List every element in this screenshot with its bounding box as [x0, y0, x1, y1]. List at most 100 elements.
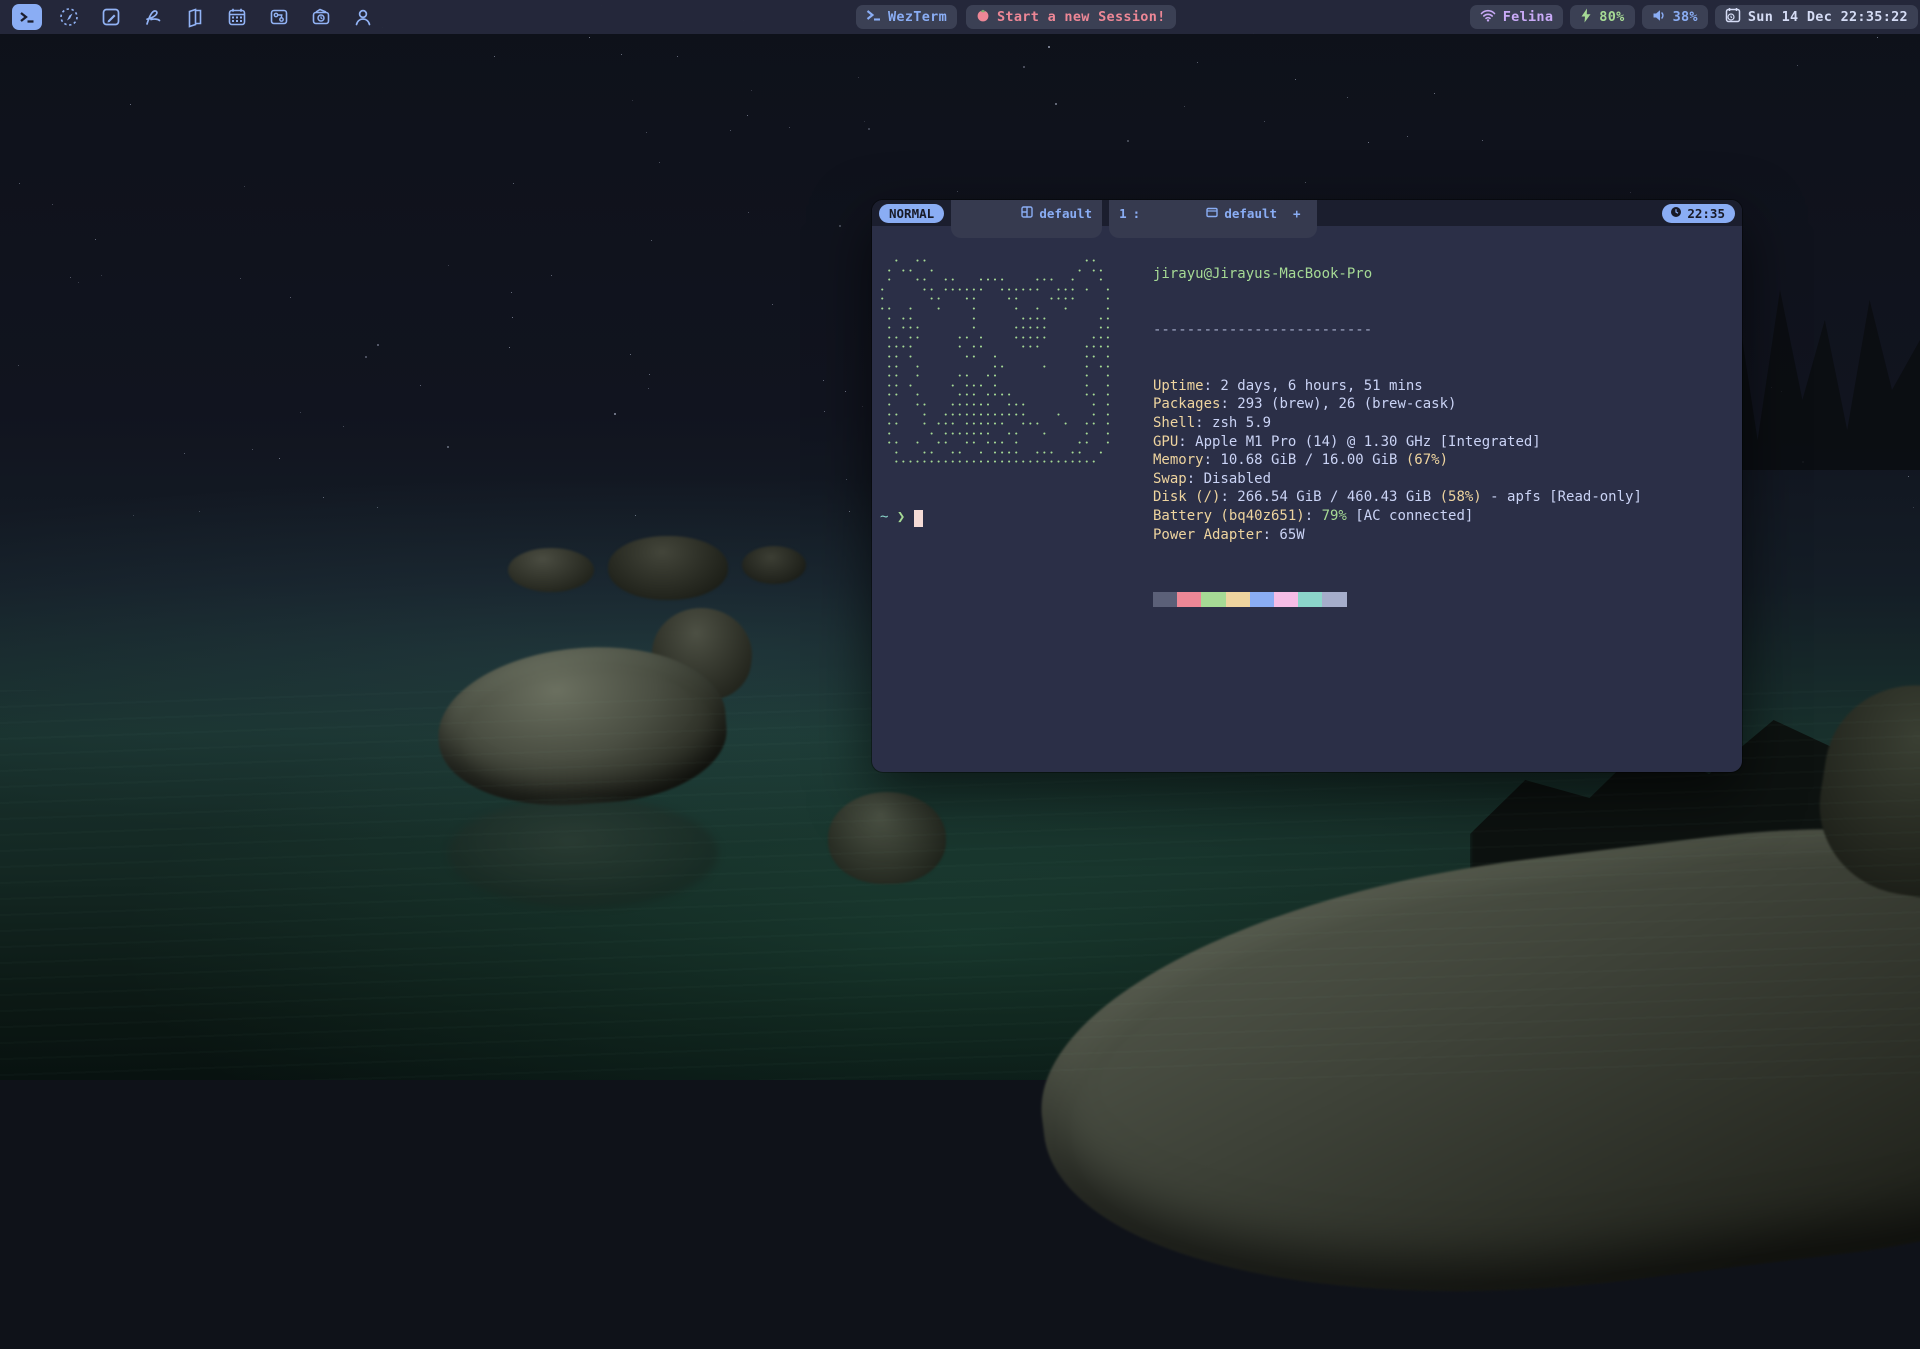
wezterm-indicator[interactable]: WezTerm — [856, 5, 957, 29]
color-palette-strip — [1153, 592, 1642, 607]
acrobat-icon[interactable] — [138, 4, 168, 30]
fetch-row: Power Adapter: 65W — [1153, 526, 1642, 545]
wifi-indicator[interactable]: Felina — [1470, 5, 1564, 29]
door-icon[interactable] — [180, 4, 210, 30]
star — [1908, 476, 1909, 477]
palette-swatch — [1274, 592, 1298, 607]
star — [630, 354, 631, 355]
menubar-status: Felina 80% 38% Sun 14 Dec 22:35:22 — [1470, 5, 1918, 29]
star — [101, 275, 102, 276]
fetch-separator: -------------------------- — [1153, 321, 1642, 340]
battery-indicator[interactable]: 80% — [1570, 5, 1634, 29]
palette-swatch — [1201, 592, 1225, 607]
automation-icon[interactable] — [264, 4, 294, 30]
star — [252, 449, 253, 450]
star — [447, 446, 449, 448]
fetch-row: Packages: 293 (brew), 26 (brew-cask) — [1153, 395, 1642, 414]
datetime-indicator[interactable]: Sun 14 Dec 22:35:22 — [1715, 5, 1918, 29]
star — [1630, 192, 1631, 193]
star — [651, 240, 652, 241]
projector-icon[interactable] — [306, 4, 336, 30]
star — [240, 278, 241, 279]
fetch-row: Battery (bq40z651): 79% [AC connected] — [1153, 507, 1642, 526]
shell-prompt[interactable]: ~ ❯ — [880, 508, 923, 527]
wifi-ssid: Felina — [1503, 9, 1554, 25]
star — [1482, 140, 1483, 141]
tab-title: default — [1224, 206, 1277, 221]
star — [730, 130, 731, 131]
star — [511, 292, 512, 293]
new-tab-button[interactable]: + — [1287, 206, 1307, 221]
wezterm-window[interactable]: NORMAL default 1 : default + 22:35 • •• — [872, 200, 1742, 772]
menu-bar: WezTerm Start a new Session! Felina 80% — [0, 0, 1920, 34]
star — [1434, 93, 1435, 94]
star — [864, 121, 865, 122]
star — [343, 426, 344, 427]
rock-small-1 — [508, 548, 594, 592]
star — [659, 162, 660, 163]
star — [1295, 79, 1296, 80]
star — [751, 90, 752, 91]
star — [1877, 37, 1878, 38]
notes-icon[interactable] — [96, 4, 126, 30]
star — [300, 412, 301, 413]
star — [18, 365, 19, 366]
star — [1197, 62, 1198, 63]
palette-swatch — [1226, 592, 1250, 607]
tomato-icon — [976, 8, 990, 26]
volume-indicator[interactable]: 38% — [1642, 5, 1708, 29]
speaker-icon — [1652, 9, 1666, 26]
star — [824, 411, 825, 412]
star — [509, 347, 510, 348]
pomodoro-session-button[interactable]: Start a new Session! — [966, 5, 1176, 29]
star — [130, 104, 131, 105]
star — [839, 225, 841, 227]
fetch-rows: Uptime: 2 days, 6 hours, 51 minsPackages… — [1153, 377, 1642, 544]
tab-index: 1 — [1119, 206, 1127, 221]
star — [1305, 182, 1306, 183]
rock-small-2 — [608, 536, 728, 600]
star — [365, 356, 367, 358]
palette-swatch — [1298, 592, 1322, 607]
star — [70, 277, 71, 278]
star — [823, 380, 824, 381]
star — [868, 128, 870, 130]
datetime-label: Sun 14 Dec 22:35:22 — [1748, 9, 1908, 25]
fetch-host: jirayu@Jirayus-MacBook-Pro — [1153, 265, 1642, 284]
calendar-clock-icon — [1725, 7, 1741, 27]
fetch-row: Disk (/): 266.54 GiB / 460.43 GiB (58%) … — [1153, 488, 1642, 507]
star — [184, 453, 185, 454]
star — [1347, 97, 1348, 98]
star — [649, 374, 650, 375]
star — [858, 77, 859, 78]
prompt-cwd: ~ — [880, 508, 888, 527]
star — [1264, 121, 1265, 122]
star — [1023, 66, 1025, 68]
fetch-row: GPU: Apple M1 Pro (14) @ 1.30 GHz [Integ… — [1153, 433, 1642, 452]
star — [1055, 103, 1057, 105]
workspace-label: default — [1039, 206, 1092, 221]
star — [621, 54, 622, 55]
star — [377, 344, 379, 346]
fetch-row: Memory: 10.68 GiB / 16.00 GiB (67%) — [1153, 451, 1642, 470]
calendar-icon[interactable] — [222, 4, 252, 30]
terminal-icon[interactable] — [12, 4, 42, 30]
fastfetch-output: jirayu@Jirayus-MacBook-Pro -------------… — [1153, 228, 1642, 644]
star — [1184, 106, 1185, 107]
user-icon[interactable] — [348, 4, 378, 30]
palette-swatch — [1250, 592, 1274, 607]
star — [513, 183, 514, 184]
clock-icon — [1670, 206, 1682, 221]
star — [448, 265, 449, 266]
star — [78, 282, 79, 283]
terminal-content[interactable]: • •• •• • •• • • •• • •• •• •••• ••• • •… — [872, 226, 1742, 772]
star — [290, 297, 291, 298]
mode-badge: NORMAL — [879, 204, 944, 223]
prompt-symbol: ❯ — [897, 508, 905, 527]
star — [632, 100, 633, 101]
tab-clock-badge: 22:35 — [1662, 204, 1735, 223]
palette-swatch — [1153, 592, 1177, 607]
compass-icon[interactable] — [54, 4, 84, 30]
palette-swatch — [1322, 592, 1346, 607]
tab-clock-label: 22:35 — [1687, 206, 1725, 221]
